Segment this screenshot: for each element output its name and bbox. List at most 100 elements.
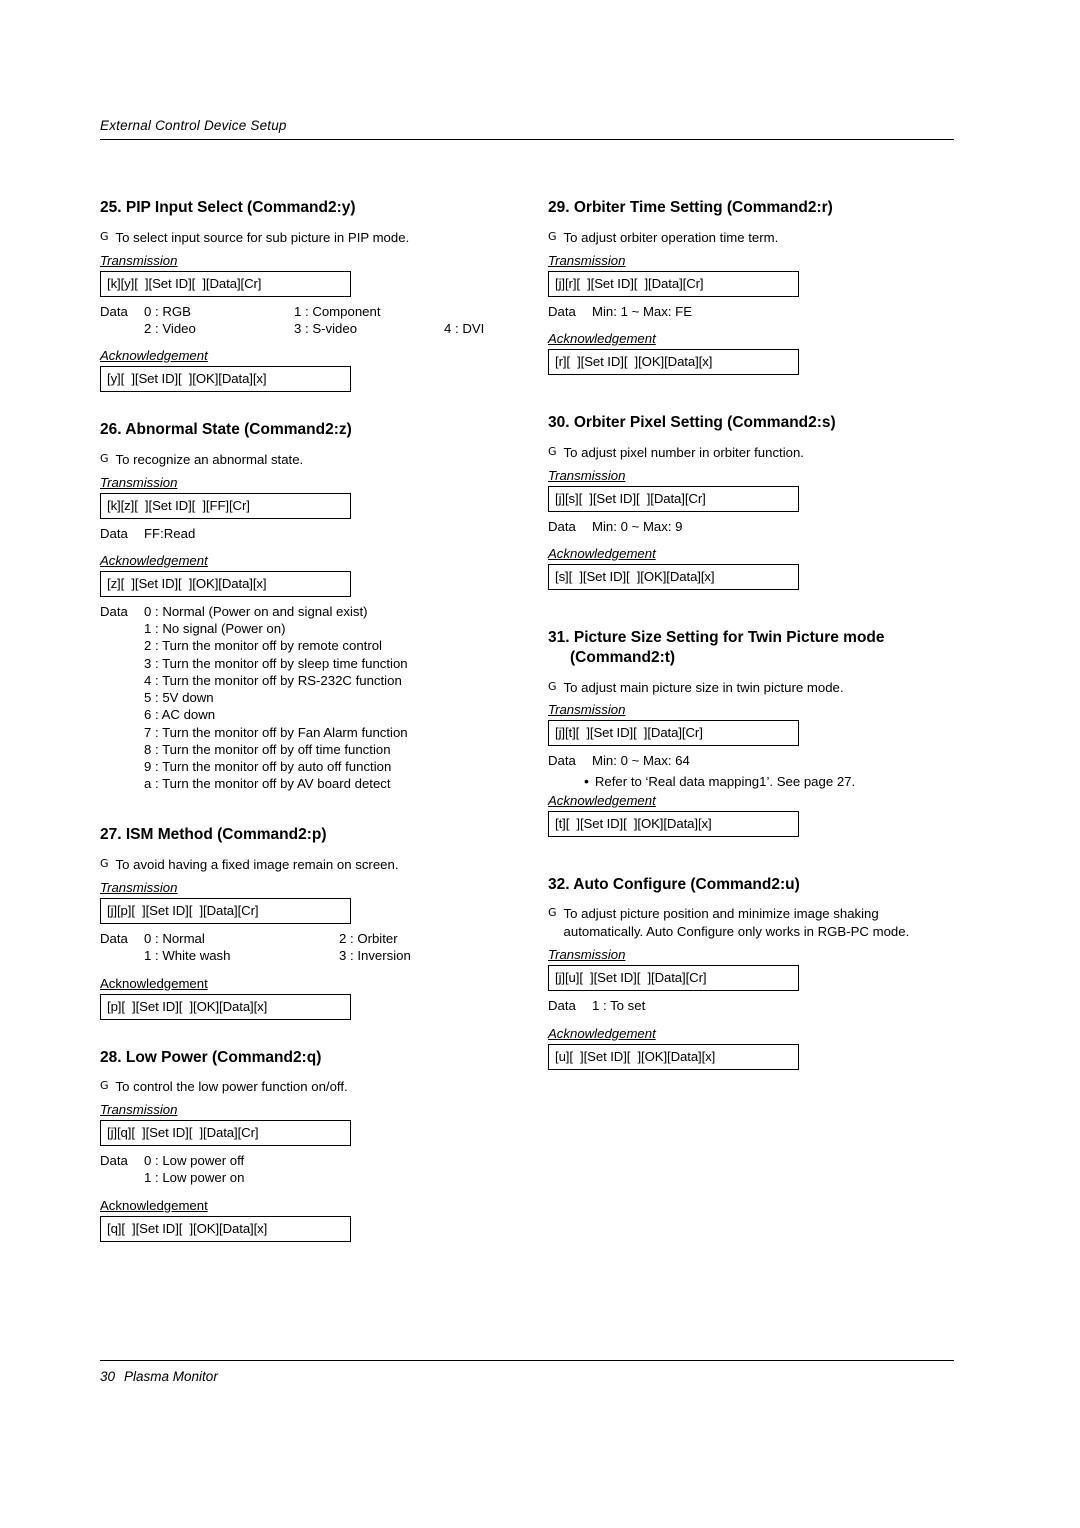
list-item: 4 : Turn the monitor off by RS-232C func…	[144, 672, 402, 688]
section-29: 29. Orbiter Time Setting (Command2:r) G …	[548, 198, 954, 375]
data-key: Data	[100, 525, 128, 541]
bullet-icon: G	[100, 1079, 109, 1093]
data-key: Data	[100, 303, 128, 319]
section-31-heading: Picture Size Setting for Twin Picture mo…	[573, 628, 885, 646]
section-30-number: 30.	[548, 413, 570, 431]
section-27-acknowledgement-code: [p][ ][Set ID][ ][OK][Data][x]	[100, 993, 351, 1020]
section-31-desc-text: To adjust main picture size in twin pict…	[563, 679, 844, 695]
bullet-icon: G	[100, 857, 109, 871]
data-value: Min: 0 ~ Max: 64	[592, 753, 690, 769]
section-30-acknowledgement-label: Acknowledgement	[548, 545, 656, 561]
section-29-transmission-label: Transmission	[548, 252, 626, 268]
section-30-desc-text: To adjust pixel number in orbiter functi…	[563, 444, 804, 460]
section-32-heading: Auto Configure (Command2:u)	[573, 875, 800, 893]
data-row: Data Min: 1 ~ Max: FE	[548, 303, 954, 320]
section-27-description: G To avoid having a fixed image remain o…	[100, 856, 500, 874]
section-25-description: G To select input source for sub picture…	[100, 229, 500, 247]
footer-label: Plasma Monitor	[124, 1369, 218, 1384]
data-value: Min: 1 ~ Max: FE	[592, 303, 693, 319]
bullet-icon: G	[548, 444, 557, 458]
section-27-transmission-label: Transmission	[100, 880, 178, 896]
data-row: Data 0 : Low power off	[100, 1152, 500, 1169]
section-26-transmission-code: [k][z][ ][Set ID][ ][FF][Cr]	[100, 492, 351, 519]
section-32-title: 32. Auto Configure (Command2:u)	[548, 875, 954, 895]
data-key	[100, 320, 144, 337]
bullet-dot-icon: •	[584, 772, 589, 789]
section-28-number: 28.	[100, 1048, 122, 1066]
list-item: 1 : No signal (Power on)	[144, 621, 286, 637]
data-row: Data 0 : Normal 2 : Orbiter	[100, 930, 500, 947]
section-29-title: 29. Orbiter Time Setting (Command2:r)	[548, 198, 954, 218]
section-29-heading: Orbiter Time Setting (Command2:r)	[573, 199, 833, 216]
section-31: 31. Picture Size Setting for Twin Pictur…	[548, 628, 954, 837]
section-32-data: Data 1 : To set	[548, 997, 954, 1014]
section-28-data: Data 0 : Low power off 1 : Low power on	[100, 1152, 500, 1186]
bullet-icon: G	[548, 229, 557, 243]
data-key: Data	[548, 998, 576, 1014]
bullet-icon: G	[548, 906, 557, 920]
section-29-transmission-code: [j][r][ ][Set ID][ ][Data][Cr]	[548, 270, 799, 297]
section-25-heading: PIP Input Select (Command2:y)	[125, 199, 356, 216]
data-value: 4 : DVI	[444, 320, 485, 336]
section-26-acknowledgement-code: [z][ ][Set ID][ ][OK][Data][x]	[100, 571, 351, 598]
section-29-acknowledgement-label: Acknowledgement	[548, 330, 656, 346]
data-row: Data Min: 0 ~ Max: 64	[548, 752, 954, 769]
section-30-heading: Orbiter Pixel Setting (Command2:s)	[573, 413, 836, 431]
list-item: 2 : Turn the monitor off by remote contr…	[144, 638, 382, 654]
section-28-transmission-code: [j][q][ ][Set ID][ ][Data][Cr]	[100, 1120, 351, 1147]
section-31-description: G To adjust main picture size in twin pi…	[548, 679, 954, 697]
section-27: 27. ISM Method (Command2:p) G To avoid h…	[100, 825, 500, 1020]
section-26-description: G To recognize an abnormal state.	[100, 451, 500, 469]
list-item-text: 0 : Normal (Power on and signal exist)	[144, 604, 368, 620]
section-32-desc-text: To adjust picture position and minimize …	[563, 906, 910, 940]
section-26-number: 26.	[100, 421, 122, 439]
list-item: 7 : Turn the monitor off by Fan Alarm fu…	[144, 724, 408, 740]
section-25-transmission-code: [k][y][ ][Set ID][ ][Data][Cr]	[100, 270, 351, 297]
section-25-desc-text: To select input source for sub picture i…	[115, 229, 410, 245]
section-31-note-text: Refer to ‘Real data mapping1’. See page …	[594, 773, 856, 789]
section-26-desc-text: To recognize an abnormal state.	[115, 451, 304, 467]
section-31-acknowledgement-code: [t][ ][Set ID][ ][OK][Data][x]	[548, 810, 799, 837]
data-key: Data	[100, 931, 128, 947]
section-31-heading-cont: (Command2:t)	[570, 648, 676, 666]
data-row: Data 1 : To set	[548, 997, 954, 1014]
data-row: 1 : Low power on	[100, 1169, 500, 1186]
right-column: 29. Orbiter Time Setting (Command2:r) G …	[548, 198, 954, 1076]
page-footer: 30 Plasma Monitor	[100, 1360, 954, 1384]
section-31-number: 31.	[548, 628, 570, 646]
section-27-transmission-code: [j][p][ ][Set ID][ ][Data][Cr]	[100, 898, 351, 925]
section-30-acknowledgement-code: [s][ ][Set ID][ ][OK][Data][x]	[548, 563, 799, 590]
section-25-number: 25.	[100, 199, 122, 216]
data-value: 1 : To set	[592, 998, 646, 1014]
data-value: 0 : Normal	[144, 931, 205, 947]
data-value: 0 : RGB	[144, 303, 191, 319]
section-25-data: Data 0 : RGB 1 : Component 2 : Video 3 :…	[100, 303, 500, 337]
page-number: 30	[100, 1369, 116, 1384]
manual-page: External Control Device Setup 25. PIP In…	[0, 0, 1080, 1528]
section-30-transmission-code: [j][s][ ][Set ID][ ][Data][Cr]	[548, 485, 799, 512]
section-32-number: 32.	[548, 875, 570, 893]
section-26-data: Data FF:Read	[100, 525, 500, 542]
data-key	[100, 947, 144, 964]
section-28-description: G To control the low power function on/o…	[100, 1078, 500, 1096]
section-26-transmission-label: Transmission	[100, 474, 178, 490]
section-32-transmission-code: [j][u][ ][Set ID][ ][Data][Cr]	[548, 965, 799, 992]
section-29-number: 29.	[548, 199, 570, 216]
section-28-acknowledgement-label: Acknowledgement	[100, 1197, 208, 1213]
section-27-desc-text: To avoid having a fixed image remain on …	[115, 857, 399, 873]
data-key: Data	[548, 303, 576, 319]
data-row: 1 : White wash 3 : Inversion	[100, 947, 500, 964]
footer-content: 30 Plasma Monitor	[100, 1361, 954, 1384]
section-31-data: Data Min: 0 ~ Max: 64	[548, 752, 954, 769]
list-item: Data 0 : Normal (Power on and signal exi…	[100, 603, 500, 620]
section-29-desc-text: To adjust orbiter operation time term.	[563, 229, 779, 245]
data-value: 1 : White wash	[144, 948, 231, 964]
section-28-desc-text: To control the low power function on/off…	[115, 1079, 348, 1095]
data-row: 2 : Video 3 : S-video 4 : DVI	[100, 320, 500, 337]
header-title: External Control Device Setup	[100, 118, 287, 133]
